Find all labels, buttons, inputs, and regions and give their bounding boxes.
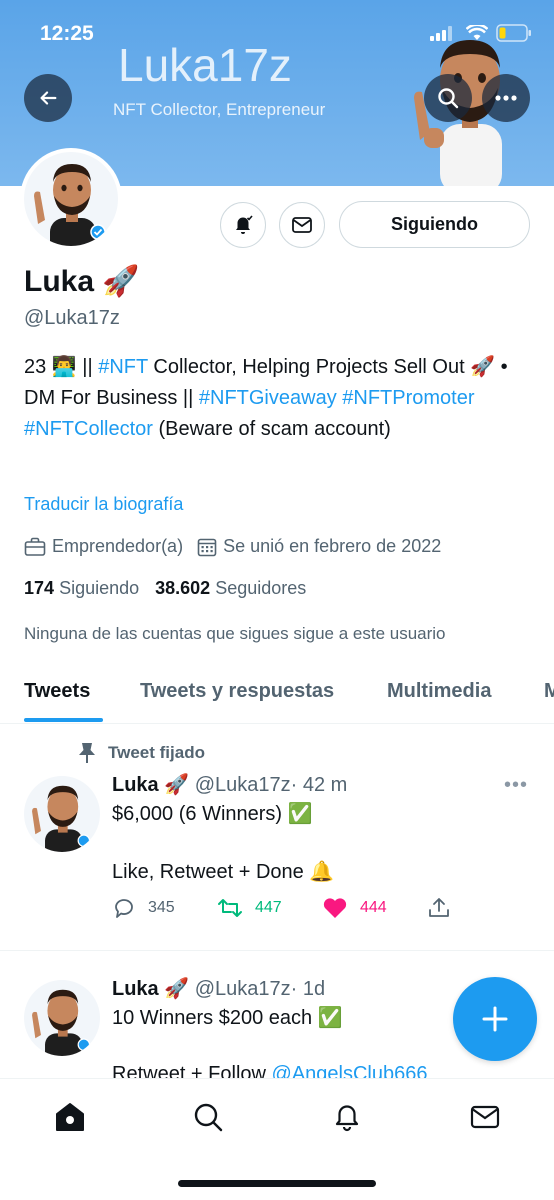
like-count: 444 (360, 899, 387, 916)
followers-label: Seguidores (215, 578, 307, 598)
pin-icon (79, 743, 95, 763)
tweet-author-name[interactable]: Luka 🚀 (112, 978, 189, 1000)
avatar-figure (34, 164, 106, 246)
plus-icon (482, 1006, 508, 1032)
profile-bio: 23 👨‍💻 || #NFT Collector, Helping Projec… (24, 352, 530, 445)
tweet-avatar[interactable] (24, 776, 100, 852)
search-icon (438, 88, 459, 109)
retweet-button[interactable]: 447 (217, 896, 322, 920)
hashtag-link[interactable]: #NFTPromoter (342, 387, 474, 409)
tab-tweets-and-replies[interactable]: Tweets y respuestas (140, 680, 334, 703)
tweet-divider (0, 950, 554, 951)
share-button[interactable] (427, 896, 532, 920)
translate-bio-link[interactable]: Traducir la biografía (24, 494, 183, 515)
banner-title: Luka17z (118, 39, 292, 91)
tweet[interactable]: Tweet fijado Luka 🚀 @Luka17z· 42 m ••• $… (0, 742, 554, 950)
following-button[interactable]: Siguiendo (339, 201, 530, 248)
tweet-header: Luka 🚀 @Luka17z· 42 m (112, 772, 347, 797)
tweet-time: · 42 m (290, 774, 348, 796)
following-count: 174 (24, 578, 55, 598)
notifications-button[interactable] (220, 202, 266, 248)
tweet-text: Retweet + Follow (112, 1063, 272, 1078)
mail-icon (292, 217, 312, 233)
retweet-icon (218, 899, 242, 917)
occupation-label: Emprendedor(a) (52, 536, 184, 556)
avatar-figure (32, 989, 91, 1056)
tweet-actions: 345 447 444 (112, 896, 532, 920)
share-icon (429, 898, 449, 917)
followers-you-know: Ninguna de las cuentas que sigues sigue … (24, 624, 446, 643)
tab-tweets[interactable]: Tweets (24, 680, 90, 703)
calendar-icon (197, 538, 217, 556)
follow-counts: 174 Siguiendo 38.602 Seguidores (24, 578, 306, 599)
tweet-avatar[interactable] (24, 980, 100, 1056)
retweet-count: 447 (255, 899, 282, 916)
heart-icon (323, 898, 347, 918)
banner-subtitle: NFT Collector, Entrepreneur (113, 100, 326, 119)
tweet-text-line: $6,000 (6 Winners) ✅ (112, 803, 313, 825)
back-button[interactable] (24, 74, 72, 122)
home-indicator (178, 1180, 376, 1187)
status-time: 12:25 (40, 22, 94, 45)
followers-count: 38.602 (155, 578, 211, 598)
profile-tabs: Tweets Tweets y respuestas Multimedia M (0, 660, 554, 724)
nav-search[interactable] (188, 1097, 228, 1137)
profile-name: Luka 🚀 (24, 265, 140, 298)
tweet-text-line: 10 Winners $200 each ✅ (112, 1007, 343, 1029)
tweet-author-name[interactable]: Luka 🚀 (112, 774, 189, 796)
tab-media[interactable]: Multimedia (387, 680, 491, 703)
bio-text: 23 👨‍💻 || (24, 356, 99, 378)
briefcase-icon (24, 537, 46, 556)
hashtag-link[interactable]: #NFTGiveaway (199, 387, 337, 409)
nav-messages[interactable] (465, 1097, 505, 1137)
pinned-label-row: Tweet fijado (78, 742, 205, 764)
bio-text: (Beware of scam account) (152, 418, 391, 440)
following-count-link[interactable]: 174 Siguiendo (24, 578, 139, 599)
message-button[interactable] (279, 202, 325, 248)
hashtag-link[interactable]: #NFT (98, 356, 148, 378)
tweet-header: Luka 🚀 @Luka17z· 1d (112, 976, 325, 1001)
bell-icon (236, 215, 253, 234)
tweet-text-line: Retweet + Follow @AngelsClub666 (112, 1060, 427, 1078)
compose-tweet-button[interactable] (453, 977, 537, 1061)
tweet-author-handle: @Luka17z (194, 774, 291, 796)
tweet-author-handle: @Luka17z (194, 978, 291, 1000)
reply-icon (115, 899, 133, 918)
search-icon (194, 1103, 223, 1132)
tweet-more-icon[interactable]: ••• (504, 774, 528, 797)
profile-handle: @Luka17z (24, 307, 120, 329)
join-date: Se unió en febrero de 2022 (197, 536, 441, 557)
active-tab-indicator (24, 718, 103, 722)
mention-link[interactable]: @AngelsClub666 (272, 1063, 428, 1078)
reply-count: 345 (148, 899, 175, 916)
like-button[interactable]: 444 (322, 896, 427, 920)
profile-meta: Emprendedor(a) Se unió en febrero de 202… (24, 536, 455, 557)
occupation: Emprendedor(a) (24, 536, 183, 557)
tweet-text-line: Like, Retweet + Done 🔔 (112, 861, 335, 883)
followers-count-link[interactable]: 38.602 Seguidores (155, 578, 306, 599)
bell-icon (335, 1105, 359, 1132)
hashtag-link[interactable]: #NFTCollector (24, 418, 153, 440)
home-icon (56, 1103, 84, 1131)
join-date-label: Se unió en febrero de 2022 (223, 536, 442, 556)
more-button[interactable] (482, 74, 530, 122)
search-button[interactable] (424, 74, 472, 122)
more-icon (495, 95, 517, 101)
following-label: Siguiendo (59, 578, 140, 598)
tab-likes[interactable]: M (544, 680, 554, 703)
pinned-label: Tweet fijado (108, 743, 205, 762)
nav-notifications[interactable] (327, 1097, 367, 1137)
reply-button[interactable]: 345 (112, 896, 217, 920)
profile-avatar[interactable] (20, 148, 122, 250)
nav-home[interactable] (50, 1097, 90, 1137)
tweet-time: · 1d (290, 978, 326, 1000)
back-arrow-icon (40, 91, 57, 105)
avatar-figure (32, 785, 91, 852)
mail-icon (470, 1105, 500, 1129)
